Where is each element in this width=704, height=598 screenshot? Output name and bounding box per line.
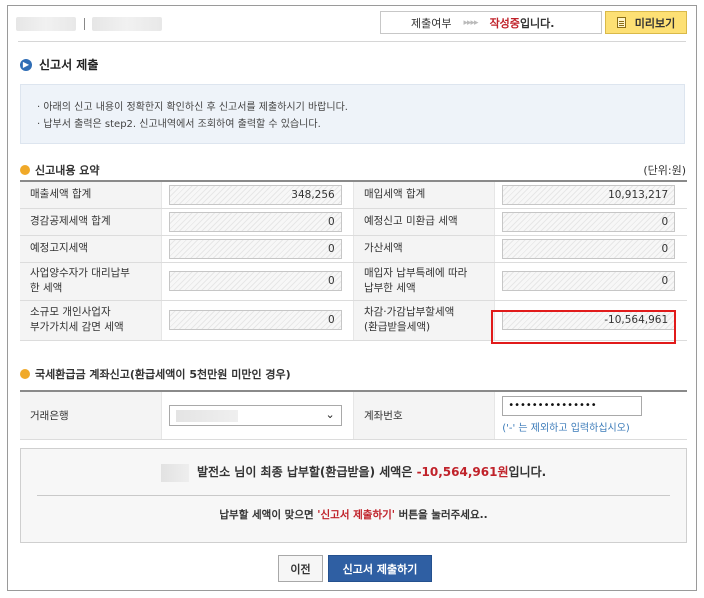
row-label: 예정고지세액	[20, 235, 162, 263]
submit-button[interactable]: 신고서 제출하기	[328, 555, 432, 582]
deduction-total: 0	[168, 211, 342, 232]
bullet-icon	[20, 369, 30, 379]
status-suffix: 입니다.	[519, 16, 555, 30]
penalty-tax: 0	[502, 238, 676, 259]
message-end: 입니다.	[508, 465, 547, 479]
bank-select[interactable]: ⌄	[168, 404, 342, 426]
summary-heading: 신고내용 요약	[20, 162, 100, 178]
status-value: 작성중	[489, 16, 520, 30]
prompt-text: 납부할 세액이 맞으면	[219, 509, 318, 521]
chevron-down-icon: ⌄	[325, 407, 335, 421]
blurred-user-name	[16, 17, 76, 31]
row-label: 매출세액 합계	[20, 181, 162, 209]
row-label-text: 매입자 납부특례에 따라 납부한 세액	[363, 267, 468, 294]
row-label: 예정신고 미환급 세액	[353, 208, 495, 236]
table-row: 거래은행 ⌄ 계좌번호 ••••••••••••••• ('-' 는 제외하고 …	[20, 391, 687, 440]
blurred-bank-name	[175, 409, 238, 422]
notice-line: · 아래의 신고 내용이 정확한지 확인하신 후 신고서를 제출하시기 바랍니다…	[37, 102, 348, 113]
blurred-name	[160, 463, 189, 482]
row-label: 사업양수자가 대리납부 한 세액	[20, 262, 162, 301]
final-amount: -10,564,961원	[416, 465, 509, 479]
table-row: 매출세액 합계 348,256 매입세액 합계 10,913,217	[20, 181, 687, 209]
table-row: 사업양수자가 대리납부 한 세액 0 매입자 납부특례에 따라 납부한 세액 0	[20, 262, 687, 301]
notice-box: · 아래의 신고 내용이 정확한지 확인하신 후 신고서를 제출하시기 바랍니다…	[20, 84, 685, 144]
final-tax-message: 발전소 님이 최종 납부할(환급받을) 세액은 -10,564,961원입니다.	[21, 463, 686, 482]
account-number-input[interactable]: •••••••••••••••	[502, 396, 643, 417]
submit-prompt: 납부할 세액이 맞으면 '신고서 제출하기' 버튼을 눌러주세요..	[21, 507, 686, 522]
name-suffix: 발전소 님이 최종 납부할(환급받을) 세액은	[197, 465, 413, 479]
row-label-text: 소규모 개인사업자 부가가치세 감면 세액	[30, 306, 124, 333]
top-bar: 제출여부 ▸▸▸▸ 작성중 입니다. 미리보기	[8, 6, 696, 40]
submission-status: 제출여부 ▸▸▸▸ 작성중 입니다.	[380, 11, 602, 34]
row-label: 소규모 개인사업자 부가가치세 감면 세액	[20, 300, 162, 341]
result-box: 발전소 님이 최종 납부할(환급받을) 세액은 -10,564,961원입니다.…	[20, 448, 687, 543]
prompt-text-end: 버튼을 눌러주세요..	[395, 509, 488, 521]
bullet-icon	[20, 165, 30, 175]
output-sales-tax-total: 348,256	[168, 184, 342, 205]
account-heading-text: 국세환급금 계좌신고(환급세액이 5천만원 미만인 경우)	[35, 368, 291, 381]
account-hint: ('-' 는 제외하고 입력하십시오)	[502, 423, 630, 435]
row-label: 경감공제세액 합계	[20, 208, 162, 236]
divider	[84, 18, 85, 30]
account-table: 거래은행 ⌄ 계좌번호 ••••••••••••••• ('-' 는 제외하고 …	[20, 390, 687, 440]
small-business-reduction: 0	[168, 310, 342, 330]
buyer-special-tax: 0	[502, 271, 676, 291]
proxy-payment-tax: 0	[168, 271, 342, 291]
highlight-box	[491, 310, 676, 344]
page-title-text: 신고서 제출	[39, 58, 99, 72]
row-label: 차감·가감납부할세액 (환급받을세액)	[353, 300, 495, 341]
row-label: 매입세액 합계	[353, 181, 495, 209]
input-tax-total: 10,913,217	[502, 184, 676, 205]
arrow-circle-icon: ▶	[20, 58, 32, 71]
notified-tax: 0	[168, 238, 342, 259]
row-label: 매입자 납부특례에 따라 납부한 세액	[353, 262, 495, 301]
document-icon	[616, 17, 626, 28]
unit-label: (단위:원)	[643, 164, 686, 177]
notice-line: · 납부서 출력은 step2. 신고내역에서 조회하여 출력할 수 있습니다.	[37, 119, 321, 130]
bank-label: 거래은행	[20, 391, 162, 440]
result-divider	[37, 495, 670, 496]
table-row: 예정고지세액 0 가산세액 0	[20, 235, 687, 263]
table-row: 경감공제세액 합계 0 예정신고 미환급 세액 0	[20, 208, 687, 236]
preview-button[interactable]: 미리보기	[605, 11, 687, 34]
account-label: 계좌번호	[353, 391, 495, 440]
arrows-icon: ▸▸▸▸	[463, 17, 478, 28]
prev-button[interactable]: 이전	[278, 555, 323, 582]
row-label-text: 차감·가감납부할세액 (환급받을세액)	[363, 306, 455, 333]
page-title: ▶ 신고서 제출	[20, 56, 98, 73]
header-divider	[18, 41, 686, 42]
prompt-quote: '신고서 제출하기'	[317, 509, 396, 521]
row-label-text: 사업양수자가 대리납부 한 세액	[30, 267, 130, 294]
summary-heading-text: 신고내용 요약	[35, 164, 100, 177]
preview-button-label: 미리보기	[634, 16, 676, 30]
unrefunded-tax: 0	[502, 211, 676, 232]
status-label: 제출여부	[411, 16, 452, 30]
main-frame: 제출여부 ▸▸▸▸ 작성중 입니다. 미리보기 ▶ 신고서 제출 · 아래의 신고…	[7, 5, 697, 591]
blurred-business-name	[92, 17, 162, 31]
account-heading: 국세환급금 계좌신고(환급세액이 5천만원 미만인 경우)	[20, 366, 291, 382]
row-label: 가산세액	[353, 235, 495, 263]
